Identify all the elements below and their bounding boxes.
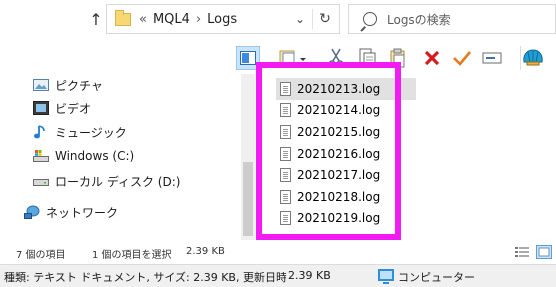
quick-toolbar <box>230 42 556 74</box>
details-view-icon[interactable] <box>514 245 530 259</box>
file-row[interactable]: 20210218.log <box>276 186 416 208</box>
search-icon <box>363 12 377 26</box>
drive-c-icon <box>33 150 49 162</box>
text-file-icon <box>280 146 291 161</box>
network-icon <box>24 205 40 219</box>
location-label: コンピューター <box>398 271 475 284</box>
up-arrow-icon: ↑ <box>89 9 103 29</box>
breadcrumb-mql4[interactable]: MQL4 <box>153 12 190 27</box>
file-row[interactable]: 20210214.log <box>276 100 416 122</box>
details-bar: 種類: テキスト ドキュメント, サイズ: 2.39 KB, 更新日時: 2 2… <box>0 264 556 287</box>
videos-icon <box>33 101 49 115</box>
file-row[interactable]: 20210219.log <box>276 208 416 230</box>
music-icon <box>34 125 45 139</box>
address-row: ↑ « MQL4 › Logs ⌄ ↻ Logsの検索 <box>0 0 556 40</box>
selection-count: 1 個の項目を選択 <box>92 250 172 261</box>
nav-item-network[interactable]: ネットワーク <box>24 201 118 223</box>
breadcrumb-overflow[interactable]: « <box>139 12 147 27</box>
file-name: 20210218.log <box>297 189 381 204</box>
item-count: 7 個の項目 <box>16 250 66 261</box>
file-name: 20210216.log <box>297 146 381 161</box>
selection-size: 2.39 KB <box>186 246 225 257</box>
nav-item-label: Windows (C:) <box>55 149 135 163</box>
text-file-icon <box>280 103 291 118</box>
breadcrumb-logs[interactable]: Logs <box>207 12 237 27</box>
paste-button[interactable] <box>386 46 410 70</box>
nav-item-label: ミュージック <box>55 125 127 140</box>
cut-button[interactable] <box>324 46 348 70</box>
checkmark-icon <box>453 51 471 66</box>
breadcrumb-separator: › <box>195 11 202 27</box>
file-list-pane: 20210213.log 20210214.log 20210215.log 2021… <box>256 74 556 240</box>
nav-item-label: ネットワーク <box>46 205 119 220</box>
nav-item-label: ビデオ <box>55 101 92 116</box>
file-name: 20210217.log <box>297 168 381 183</box>
file-list: 20210213.log 20210214.log 20210215.log 2021… <box>276 78 416 229</box>
drive-d-icon <box>33 179 49 186</box>
copy-icon <box>359 48 376 68</box>
file-name: 20210219.log <box>297 211 381 226</box>
explorer-window: ↑ « MQL4 › Logs ⌄ ↻ Logsの検索 ピクチャ ビデオ ミュー… <box>0 0 556 287</box>
shell-button[interactable] <box>520 46 544 70</box>
rename-button[interactable] <box>480 46 504 70</box>
nav-item-music[interactable]: ミュージック <box>33 121 127 143</box>
address-bar[interactable]: « MQL4 › Logs ⌄ ↻ <box>106 4 340 34</box>
clipboard-icon <box>390 48 405 68</box>
delete-icon <box>424 50 440 66</box>
up-button[interactable]: ↑ <box>86 8 106 30</box>
text-file-icon <box>280 168 291 183</box>
text-file-icon <box>280 211 291 226</box>
file-name: 20210215.log <box>297 124 381 139</box>
file-row[interactable]: 20210217.log <box>276 164 416 186</box>
file-name: 20210213.log <box>297 81 381 96</box>
preview-pane-icon <box>240 51 256 65</box>
delete-button[interactable] <box>420 46 444 70</box>
nav-item-videos[interactable]: ビデオ <box>33 97 91 119</box>
nav-item-label: ローカル ディスク (D:) <box>55 174 181 189</box>
nav-item-pictures[interactable]: ピクチャ <box>33 74 103 96</box>
file-details-info: 種類: テキスト ドキュメント, サイズ: 2.39 KB, 更新日時: 2 <box>4 271 286 284</box>
copy-button[interactable] <box>356 46 380 70</box>
paste-menu-button[interactable] <box>276 46 310 70</box>
text-file-icon <box>280 189 291 204</box>
status-bar: 7 個の項目 1 個の項目を選択 2.39 KB <box>0 240 556 264</box>
pictures-icon <box>33 79 49 91</box>
refresh-icon[interactable]: ↻ <box>315 9 335 29</box>
nav-item-drive-c[interactable]: Windows (C:) <box>33 145 134 167</box>
nav-item-label: ピクチャ <box>55 78 103 93</box>
shell-icon <box>522 49 543 66</box>
file-row[interactable]: 20210215.log <box>276 121 416 143</box>
paste-icon <box>279 50 306 66</box>
rename-icon <box>482 52 502 64</box>
file-name: 20210214.log <box>297 103 381 118</box>
navigation-pane: ピクチャ ビデオ ミュージック Windows (C:) ローカル ディスク (… <box>0 74 240 240</box>
computer-icon <box>378 269 394 284</box>
text-file-icon <box>280 124 291 139</box>
file-row[interactable]: 20210216.log <box>276 143 416 165</box>
file-row[interactable]: 20210213.log <box>276 78 416 100</box>
folder-icon <box>115 9 131 26</box>
search-placeholder: Logsの検索 <box>387 12 451 27</box>
back-button[interactable] <box>2 8 22 30</box>
nav-scrollbar[interactable] <box>241 74 255 240</box>
properties-button[interactable] <box>450 46 474 70</box>
large-icons-view-icon[interactable] <box>536 245 552 259</box>
address-divider <box>312 9 313 29</box>
text-file-icon <box>280 81 291 96</box>
address-dropdown-icon[interactable]: ⌄ <box>293 12 307 26</box>
file-details-size: 2.39 KB <box>288 269 331 282</box>
preview-pane-button[interactable] <box>236 46 260 70</box>
search-input[interactable]: Logsの検索 <box>348 4 556 34</box>
scissors-icon <box>328 48 344 68</box>
nav-scrollbar-thumb[interactable] <box>243 162 253 236</box>
nav-item-drive-d[interactable]: ローカル ディスク (D:) <box>33 170 180 192</box>
